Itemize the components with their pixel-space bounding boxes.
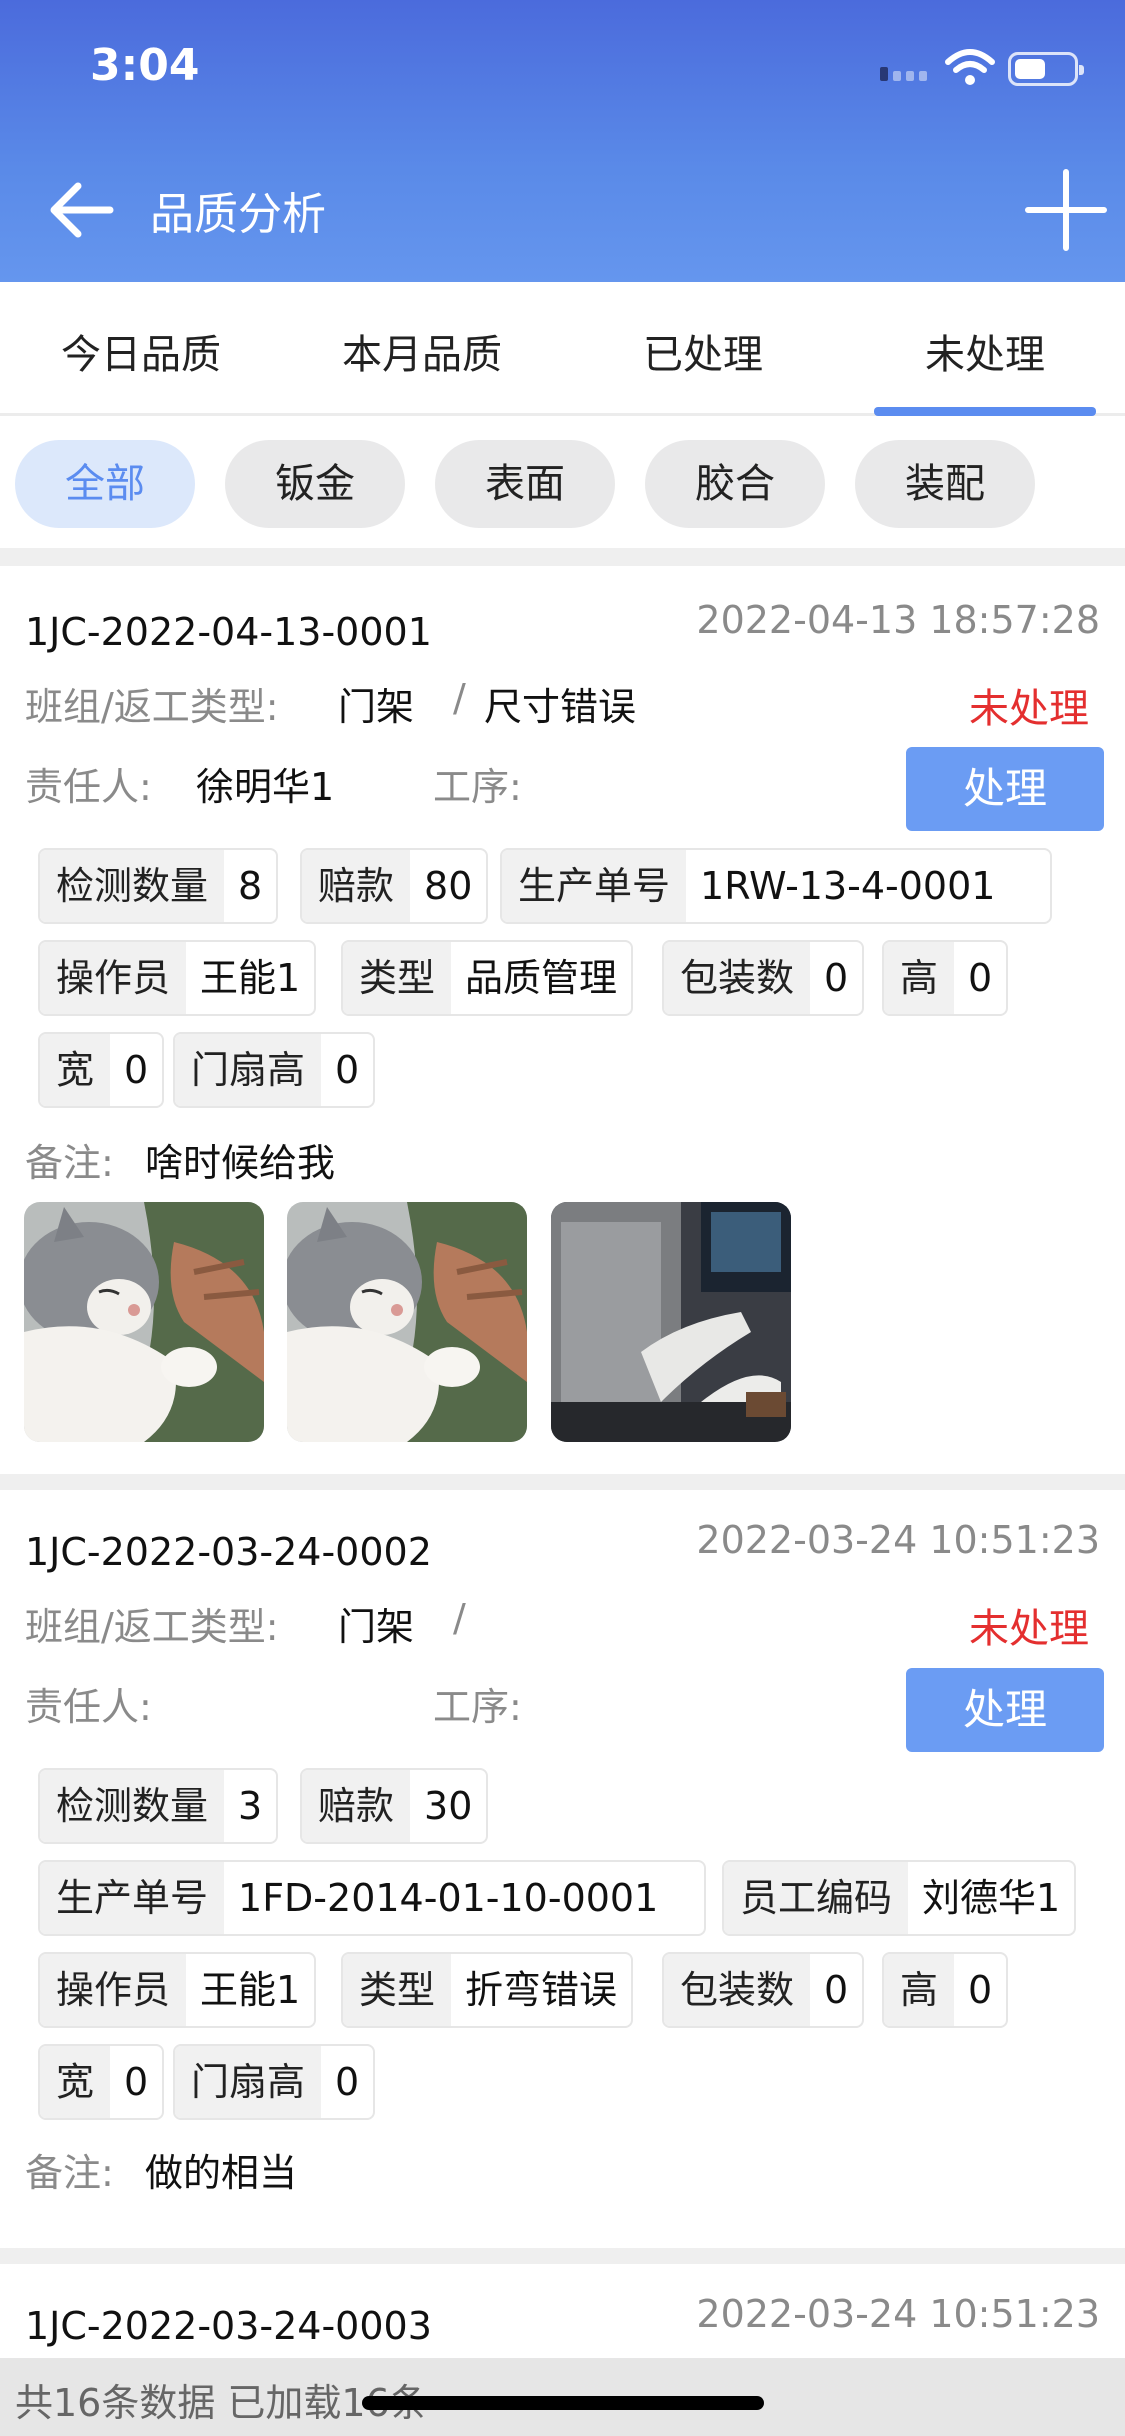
tag-production-no: 生产单号 1RW-13-4-0001 (500, 848, 1052, 924)
record-code: 1JC-2022-03-24-0003 (25, 2304, 432, 2348)
tab-unprocessed[interactable]: 未处理 (844, 322, 1125, 380)
team-separator: / (453, 1596, 466, 1640)
tag-type: 类型 折弯错误 (341, 1952, 634, 2028)
tag-employee-code: 员工编码 刘德华1 (722, 1860, 1077, 1936)
team-separator: / (453, 676, 466, 720)
record-datetime: 2022-04-13 18:57:28 (696, 598, 1100, 642)
divider (0, 1474, 1125, 1490)
tag-inspect-qty: 检测数量 8 (38, 848, 279, 924)
tab-processed[interactable]: 已处理 (562, 322, 844, 380)
tab-bar: 今日品质 本月品质 已处理 未处理 (0, 282, 1125, 416)
record-code: 1JC-2022-04-13-0001 (25, 610, 432, 654)
record-card[interactable]: 1JC-2022-03-24-0003 2022-03-24 10:51:23 (0, 2264, 1125, 2358)
status-badge: 未处理 (969, 686, 1089, 732)
tag-package-count: 包装数 0 (662, 1952, 865, 2028)
room-photo[interactable] (551, 1202, 791, 1442)
chip-all[interactable]: 全部 (15, 440, 195, 528)
category-filter: 全部 钣金 表面 胶合 装配 (0, 416, 1125, 546)
divider (0, 2248, 1125, 2264)
chip-assembly[interactable]: 装配 (855, 440, 1035, 528)
add-icon[interactable] (1024, 168, 1108, 252)
tag-package-count: 包装数 0 (662, 940, 865, 1016)
home-indicator[interactable] (362, 2396, 764, 2410)
tag-height: 高0 (882, 1952, 1009, 2028)
team-label: 班组/返工类型: (25, 685, 279, 729)
tag-type: 类型 品质管理 (341, 940, 634, 1016)
wifi-icon (945, 49, 995, 85)
tag-production-no: 生产单号 1FD-2014-01-10-0001 (38, 1860, 706, 1936)
page-title: 品质分析 (150, 189, 326, 240)
team-value: 门架 (338, 685, 415, 729)
record-card[interactable]: 1JC-2022-04-13-0001 2022-04-13 18:57:28 … (0, 566, 1125, 1474)
tag-inspect-qty: 检测数量 3 (38, 1768, 279, 1844)
app-header: 3:04 品质分析 (0, 0, 1125, 282)
chip-surface[interactable]: 表面 (435, 440, 615, 528)
tag-height: 高0 (882, 940, 1009, 1016)
tag-compensation: 赔款 80 (300, 848, 489, 924)
status-badge: 未处理 (969, 1606, 1089, 1652)
chip-sheet-metal[interactable]: 钣金 (225, 440, 405, 528)
divider (0, 548, 1125, 566)
tag-operator: 操作员 王能1 (38, 1952, 317, 2028)
record-datetime: 2022-03-24 10:51:23 (696, 1518, 1100, 1562)
tag-width: 宽0 (38, 2044, 165, 2120)
battery-icon (1008, 52, 1084, 86)
remark-label: 备注: (25, 1141, 114, 1185)
tag-door-leaf-height: 门扇高 0 (173, 1032, 376, 1108)
record-card[interactable]: 1JC-2022-03-24-0002 2022-03-24 10:51:23 … (0, 1490, 1125, 2248)
team-value: 门架 (338, 1605, 415, 1649)
status-time: 3:04 (90, 40, 200, 91)
record-code: 1JC-2022-03-24-0002 (25, 1530, 432, 1574)
remark-value: 做的相当 (145, 2151, 298, 2195)
back-arrow-icon[interactable] (48, 180, 118, 240)
owner-value: 徐明华1 (196, 765, 335, 809)
cat-photo[interactable] (287, 1202, 527, 1442)
process-label: 工序: (433, 765, 522, 809)
team-label: 班组/返工类型: (25, 1605, 279, 1649)
cellular-signal-icon (880, 67, 930, 81)
record-datetime: 2022-03-24 10:51:23 (696, 2292, 1100, 2336)
tag-door-leaf-height: 门扇高 0 (173, 2044, 376, 2120)
tab-month-quality[interactable]: 本月品质 (281, 322, 563, 380)
process-label: 工序: (433, 1685, 522, 1729)
rework-type-value: 尺寸错误 (484, 685, 637, 729)
active-tab-indicator (874, 407, 1096, 416)
process-button[interactable]: 处理 (906, 747, 1104, 831)
remark-label: 备注: (25, 2151, 114, 2195)
tag-width: 宽0 (38, 1032, 165, 1108)
tab-today-quality[interactable]: 今日品质 (0, 322, 282, 380)
cat-photo[interactable] (24, 1202, 264, 1442)
chip-gluing[interactable]: 胶合 (645, 440, 825, 528)
owner-label: 责任人: (25, 1685, 152, 1729)
process-button[interactable]: 处理 (906, 1668, 1104, 1752)
tag-compensation: 赔款 30 (300, 1768, 489, 1844)
tag-operator: 操作员 王能1 (38, 940, 317, 1016)
remark-value: 啥时候给我 (145, 1141, 336, 1185)
owner-label: 责任人: (25, 765, 152, 809)
